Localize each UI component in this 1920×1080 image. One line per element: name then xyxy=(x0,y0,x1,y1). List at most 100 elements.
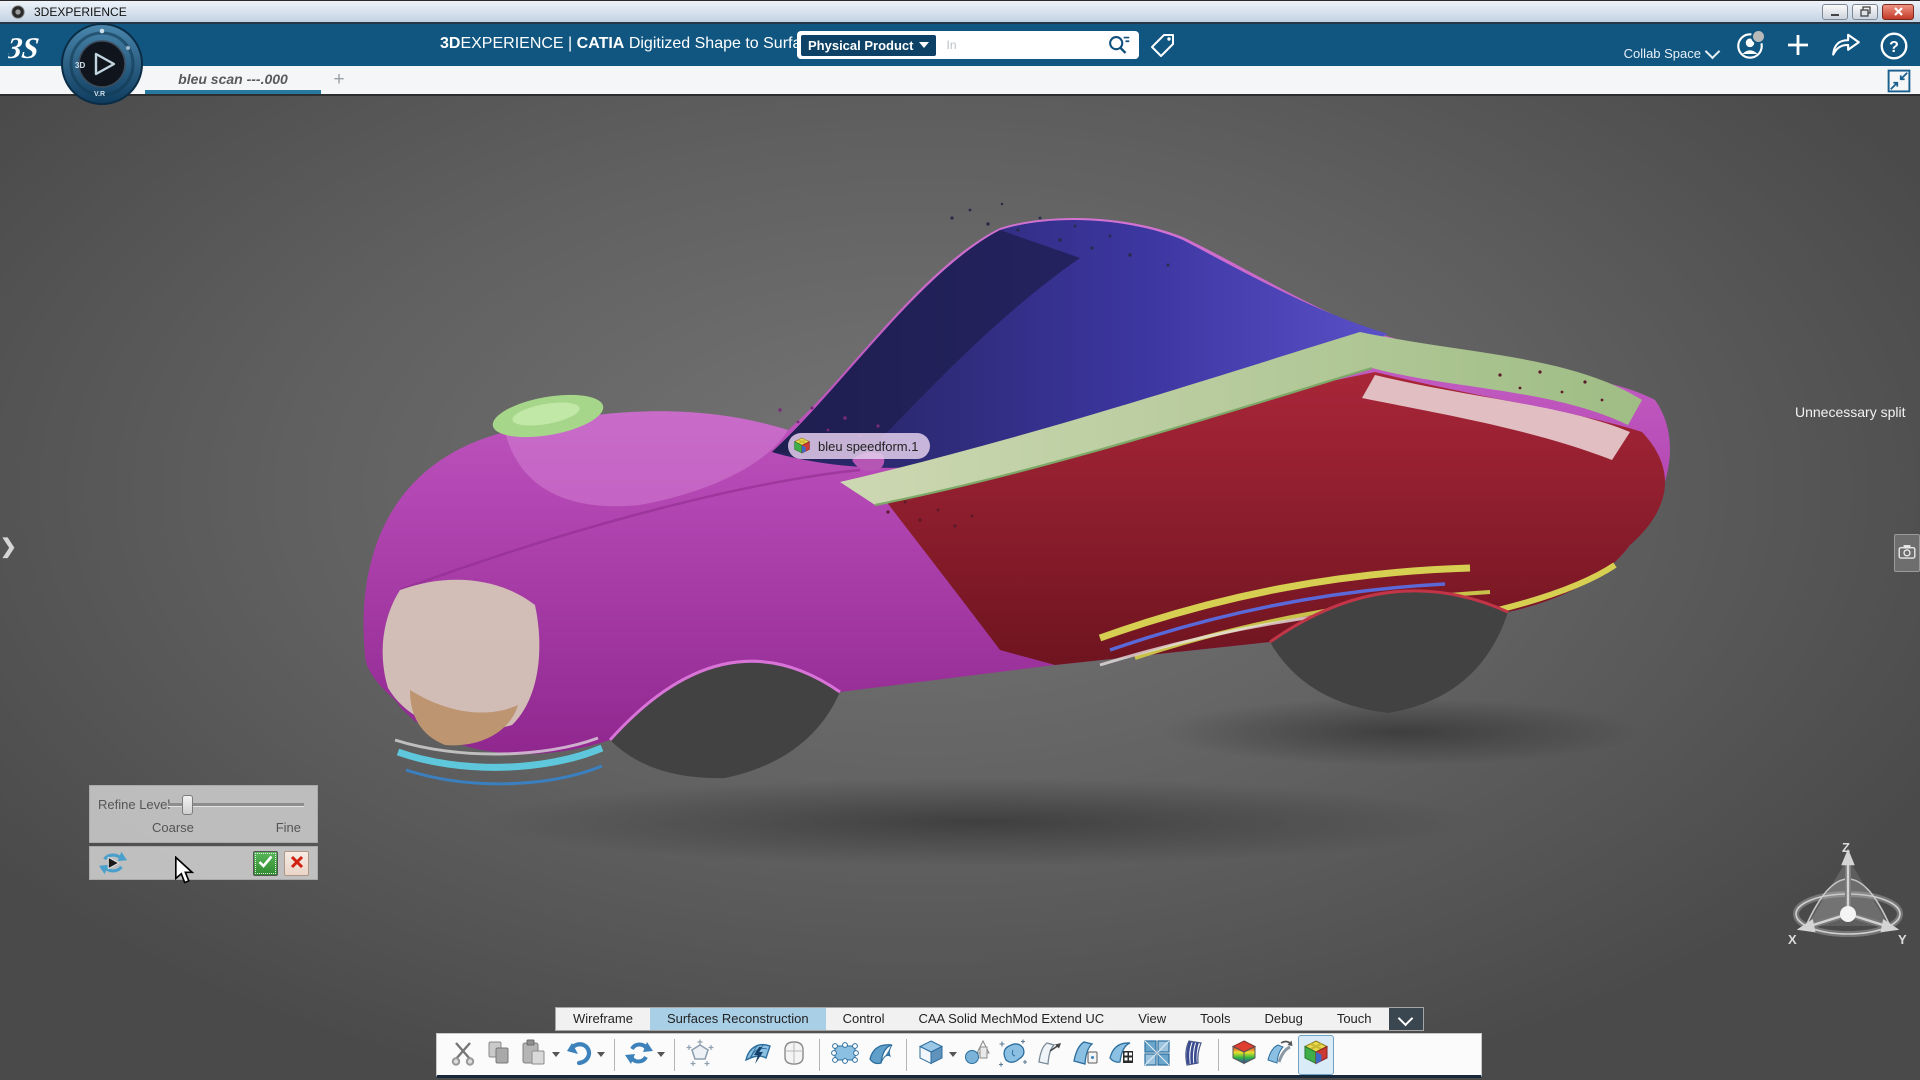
swept-surface-button[interactable] xyxy=(863,1035,899,1075)
share-arrow-icon xyxy=(1830,30,1862,62)
copy-button[interactable] xyxy=(481,1035,517,1075)
toolbar-separator xyxy=(1218,1039,1219,1071)
update-button[interactable] xyxy=(622,1035,667,1075)
ambience-select-button[interactable] xyxy=(682,1035,718,1075)
primitives-icon xyxy=(916,1038,946,1071)
undo-button[interactable] xyxy=(562,1035,607,1075)
window-title: 3DEXPERIENCE xyxy=(34,5,127,19)
caret-down-icon xyxy=(919,42,929,48)
model-label-text: bleu speedform.1 xyxy=(818,439,918,454)
ribbon-tab-wireframe[interactable]: Wireframe xyxy=(556,1008,650,1030)
zebra-analysis-button[interactable] xyxy=(1175,1035,1211,1075)
preview-refresh-icon[interactable] xyxy=(98,849,128,877)
surface-match-button[interactable] xyxy=(1139,1035,1175,1075)
axis-y-label: Y xyxy=(1898,932,1907,947)
caret-down-icon[interactable] xyxy=(657,1052,665,1057)
deviation-analysis-button[interactable] xyxy=(1226,1035,1262,1075)
automatic-surface-icon xyxy=(743,1038,773,1071)
window-titlebar: 3DEXPERIENCE xyxy=(0,0,1920,22)
confirm-ok-button[interactable] xyxy=(253,851,278,876)
refine-level-panel: Refine Level Coarse Fine xyxy=(89,785,318,843)
new-tab-button[interactable]: + xyxy=(326,67,352,93)
ribbon-tab-bar: WireframeSurfaces ReconstructionControlC… xyxy=(555,1007,1424,1031)
toolbar-separator xyxy=(906,1039,907,1071)
restore-button[interactable] xyxy=(1852,4,1878,20)
tag-icon xyxy=(1148,31,1178,61)
search-icon[interactable] xyxy=(1105,31,1133,59)
extend-surface-button[interactable] xyxy=(1031,1035,1067,1075)
share-button[interactable] xyxy=(1830,30,1862,62)
ribbon-tab-debug[interactable]: Debug xyxy=(1248,1008,1320,1030)
ribbon-tab-control[interactable]: Control xyxy=(826,1008,902,1030)
ribbon-tab-touch[interactable]: Touch xyxy=(1320,1008,1389,1030)
ribbon-tab-surfaces-reconstruction[interactable]: Surfaces Reconstruction xyxy=(650,1008,826,1030)
caret-down-icon[interactable] xyxy=(597,1052,605,1057)
toolbar-separator xyxy=(819,1039,820,1071)
caret-down-icon[interactable] xyxy=(949,1052,957,1057)
ribbon-tab-caa-solid-mechmod-extend-uc[interactable]: CAA Solid MechMod Extend UC xyxy=(902,1008,1122,1030)
offset-surface-button[interactable] xyxy=(1067,1035,1103,1075)
copy-icon xyxy=(484,1038,514,1071)
slider-min-label: Coarse xyxy=(152,820,194,835)
collapse-window-button[interactable] xyxy=(1886,68,1912,94)
left-panel-expander[interactable]: ❯ xyxy=(0,534,17,559)
power-fit-icon xyxy=(779,1038,809,1071)
search-scope-label: Physical Product xyxy=(808,38,913,53)
control-points-button[interactable] xyxy=(827,1035,863,1075)
camera-icon xyxy=(1895,539,1919,565)
offset-surface-icon xyxy=(1070,1038,1100,1071)
basic-shapes-button[interactable] xyxy=(959,1035,995,1075)
power-fit-button[interactable] xyxy=(776,1035,812,1075)
document-tab-strip: bleu scan ---.000 + xyxy=(0,66,1920,96)
search-scope-dropdown[interactable]: Physical Product xyxy=(801,35,936,56)
profile-button[interactable] xyxy=(1734,30,1766,62)
confirm-cancel-button[interactable] xyxy=(284,851,309,876)
surface-match-icon xyxy=(1142,1038,1172,1071)
3ds-logo[interactable]: 3S xyxy=(8,28,60,66)
refine-level-label: Refine Level xyxy=(98,797,170,812)
cut-icon xyxy=(448,1038,478,1071)
surface-clean-icon xyxy=(998,1038,1028,1071)
segmentation-button[interactable] xyxy=(1298,1035,1334,1075)
document-tab-label: bleu scan ---.000 xyxy=(178,71,288,87)
primitives-button[interactable] xyxy=(914,1035,959,1075)
extend-surface-icon xyxy=(1034,1038,1064,1071)
3d-viewport[interactable]: bleu speedform.1 Unnecessary split ❯ Z X… xyxy=(0,96,1920,1080)
model-label[interactable]: bleu speedform.1 xyxy=(788,433,930,459)
svg-text:3S: 3S xyxy=(8,31,41,65)
app-window-icon xyxy=(10,4,26,20)
control-points-icon xyxy=(830,1038,860,1071)
tags-button[interactable] xyxy=(1148,31,1178,61)
product-cube-icon xyxy=(792,436,812,456)
confirm-dialog xyxy=(89,846,318,880)
ribbon-tab-view[interactable]: View xyxy=(1121,1008,1183,1030)
global-search: Physical Product xyxy=(797,31,1139,59)
add-content-button[interactable] xyxy=(1782,30,1814,62)
close-button[interactable] xyxy=(1882,4,1914,20)
slider-max-label: Fine xyxy=(276,820,301,835)
help-button[interactable]: ? xyxy=(1878,30,1910,62)
axis-z-label: Z xyxy=(1842,840,1850,855)
cut-button[interactable] xyxy=(445,1035,481,1075)
axis-x-label: X xyxy=(1788,932,1797,947)
capture-button[interactable] xyxy=(1894,534,1920,572)
refine-slider-handle[interactable] xyxy=(182,795,193,815)
document-tab-active[interactable]: bleu scan ---.000 xyxy=(145,66,321,94)
paste-button[interactable] xyxy=(517,1035,562,1075)
minimize-button[interactable] xyxy=(1822,4,1848,20)
axis-triad[interactable]: Z X Y xyxy=(1786,840,1910,960)
search-input[interactable] xyxy=(944,37,1105,53)
3d-compass[interactable]: 3D V.R xyxy=(60,22,144,106)
surface-clean-button[interactable] xyxy=(995,1035,1031,1075)
basic-shapes-icon xyxy=(962,1038,992,1071)
check-icon xyxy=(258,855,273,868)
surface-record-button[interactable] xyxy=(1103,1035,1139,1075)
collab-space-selector[interactable]: Collab Space xyxy=(1624,32,1718,61)
automatic-surface-button[interactable] xyxy=(740,1035,776,1075)
invert-orientation-button[interactable] xyxy=(1262,1035,1298,1075)
caret-down-icon[interactable] xyxy=(552,1052,560,1057)
ribbon-expand-button[interactable] xyxy=(1389,1008,1423,1030)
car-model-render[interactable] xyxy=(340,160,1700,880)
refine-slider[interactable] xyxy=(168,803,304,807)
ribbon-tab-tools[interactable]: Tools xyxy=(1183,1008,1247,1030)
